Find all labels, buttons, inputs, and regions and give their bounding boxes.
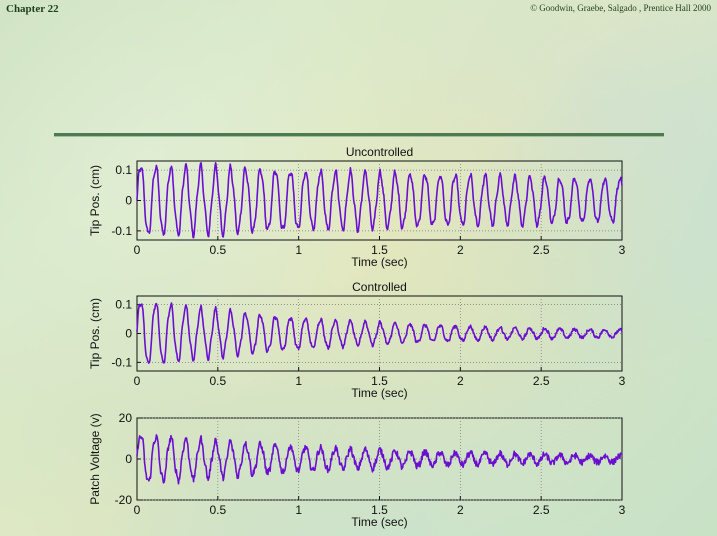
y-axis-label-1: Tip Pos. (cm) (88, 298, 102, 369)
y-tick-label-2-2: 20 (119, 411, 133, 425)
x-tick-label-0-0: 0 (134, 243, 141, 257)
x-tick-label-0-6: 3 (619, 243, 626, 257)
y-tick-label-2-1: 0 (125, 452, 132, 466)
x-tick-label-2-2: 1 (295, 503, 302, 517)
x-tick-label-2-6: 3 (619, 503, 626, 517)
series-trace-1-0 (136, 302, 623, 364)
y-tick-label-0-0: -0.1 (111, 224, 132, 238)
y-tick-label-1-0: -0.1 (111, 355, 132, 369)
x-axis-label-0: Time (sec) (351, 255, 407, 269)
x-axis-label-1: Time (sec) (351, 386, 407, 400)
y-axis-label-0: Tip Pos. (cm) (88, 165, 102, 236)
chart-title-1: Controlled (352, 280, 407, 294)
chart-title-0: Uncontrolled (346, 145, 413, 159)
charts-canvas: 0 0.5 1 1.5 2 2.5 3-0.100.1UncontrolledTime (s… (88, 145, 626, 529)
y-axis-label-2: Patch Voltage (v) (88, 413, 102, 504)
y-tick-label-2-0: -20 (115, 493, 133, 507)
y-tick-label-1-1: 0 (125, 327, 132, 341)
x-tick-label-0-1: 0.5 (209, 243, 226, 257)
x-tick-label-0-5: 2.5 (533, 243, 550, 257)
x-tick-label-0-4: 2 (457, 243, 464, 257)
x-tick-label-0-2: 1 (295, 243, 302, 257)
x-tick-label-2-0: 0 (134, 503, 141, 517)
x-tick-label-2-1: 0.5 (209, 503, 226, 517)
x-tick-label-1-2: 1 (295, 374, 302, 388)
y-tick-label-1-2: 0.1 (115, 298, 132, 312)
x-tick-label-1-0: 0 (134, 374, 141, 388)
y-tick-label-0-1: 0 (125, 194, 132, 208)
x-tick-label-1-1: 0.5 (209, 374, 226, 388)
x-tick-label-1-6: 3 (619, 374, 626, 388)
x-tick-label-2-4: 2 (457, 503, 464, 517)
x-axis-label-2: Time (sec) (351, 515, 407, 529)
y-tick-label-0-2: 0.1 (115, 163, 132, 177)
x-tick-label-2-5: 2.5 (533, 503, 550, 517)
x-tick-label-1-4: 2 (457, 374, 464, 388)
x-tick-label-1-5: 2.5 (533, 374, 550, 388)
